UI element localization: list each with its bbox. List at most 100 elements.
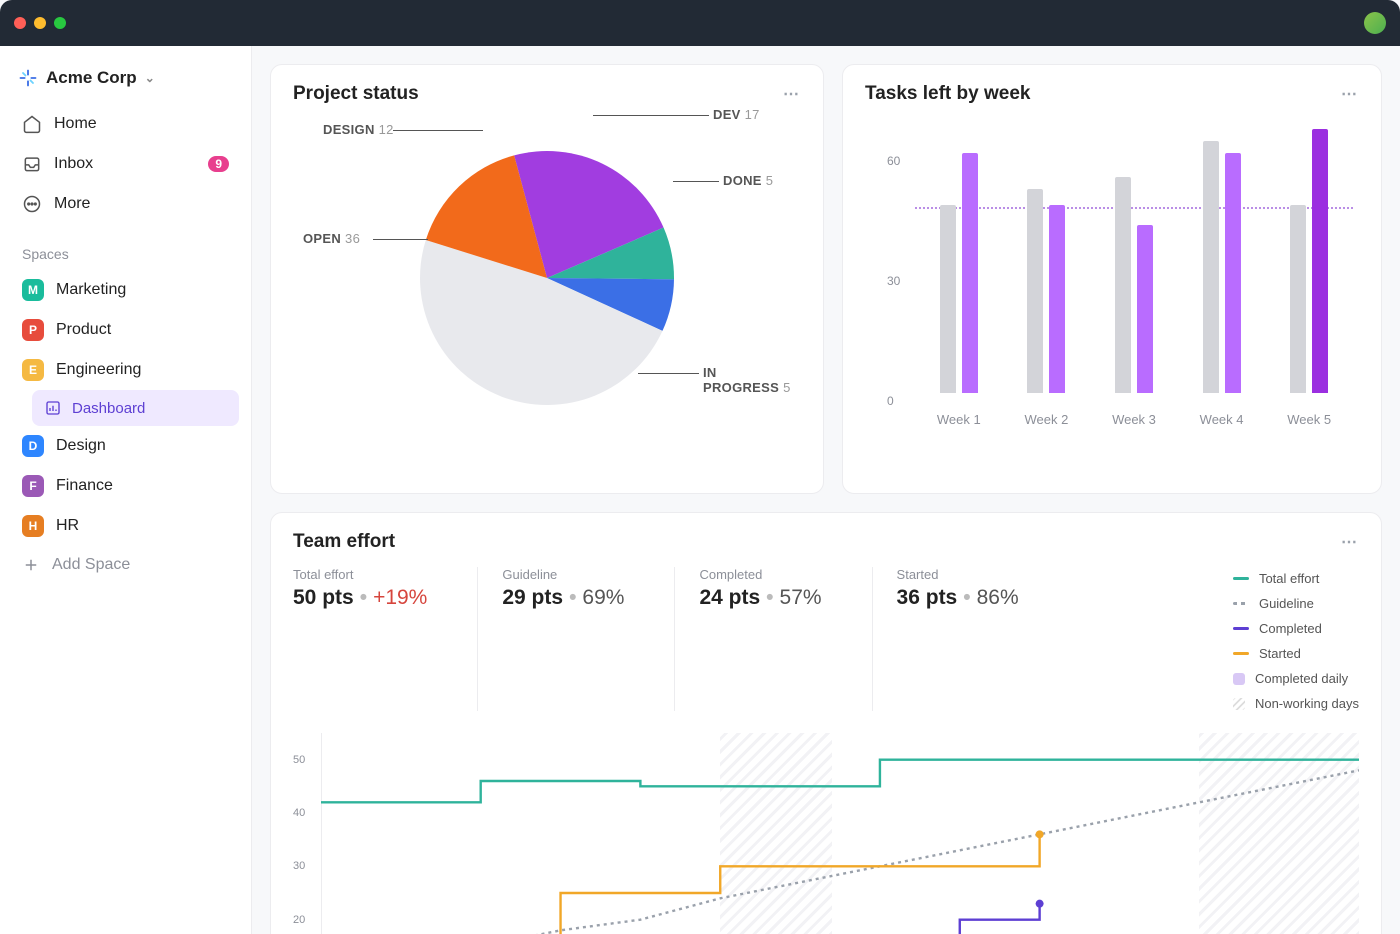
space-label: Design [56,437,106,455]
stat-guideline-value: 29 pts [502,586,563,610]
avatar[interactable] [1364,12,1386,34]
space-icon: D [22,435,44,457]
stat-started-pct: 86% [977,586,1019,610]
y-tick: 30 [293,860,305,872]
project-status-card: Project status ⋯ DEV17 DONE5 IN PROGRESS5 O… [270,64,824,494]
bar [1027,189,1043,393]
stat-started: Started 36 pts • 86% [872,567,1069,711]
space-label: Marketing [56,281,126,299]
y-tick: 50 [293,754,305,766]
x-label: Week 5 [1287,412,1331,427]
inbox-icon [22,154,42,174]
inbox-badge: 9 [208,156,229,172]
sidebar: Acme Corp ⌄ Home Inbox 9 More Spaces MMa… [0,46,252,934]
bar [1115,177,1131,393]
x-label: Week 4 [1200,412,1244,427]
pie-label-design: DESIGN12 [323,122,394,137]
team-effort-more-button[interactable]: ⋯ [1341,532,1359,552]
home-icon [22,114,42,134]
stat-total-effort: Total effort 50 pts • +19% [293,567,477,711]
y-tick: 60 [887,154,900,168]
close-window-button[interactable] [14,17,26,29]
nav-home-label: Home [54,115,97,133]
y-tick: 30 [887,274,900,288]
stat-started-label: Started [897,567,1019,582]
sidebar-space-hr[interactable]: H HR [12,506,239,546]
nav-inbox-label: Inbox [54,155,93,173]
bar [1049,205,1065,393]
stat-started-value: 36 pts [897,586,958,610]
team-effort-title: Team effort [293,531,395,553]
stat-completed-value: 24 pts [699,586,760,610]
legend-started: Started [1259,646,1301,661]
space-label: Product [56,321,111,339]
project-status-title: Project status [293,83,419,105]
sidebar-space-marketing[interactable]: MMarketing [12,270,239,310]
x-label: Week 3 [1112,412,1156,427]
bar [962,153,978,393]
space-label: HR [56,517,79,535]
team-effort-chart: 20 30 40 50 [293,733,1359,934]
main-content: Project status ⋯ DEV17 DONE5 IN PROGRESS5 O… [252,46,1400,934]
nav-inbox[interactable]: Inbox 9 [12,144,239,184]
team-effort-legend: Total effort Guideline Completed Started… [1233,567,1359,711]
workspace-switcher[interactable]: Acme Corp ⌄ [12,64,239,104]
x-label: Week 1 [937,412,981,427]
project-status-chart: DEV17DONE5IN PROGRESS5OPEN36DESIGN12 [293,113,801,443]
stat-total-effort-label: Total effort [293,567,427,582]
pie-label-done: DONE5 [723,173,773,188]
stat-total-effort-value: 50 pts [293,586,354,610]
space-label: Engineering [56,361,141,379]
stat-completed: Completed 24 pts • 57% [674,567,871,711]
add-space-button[interactable]: Add Space [12,546,239,584]
bar [940,205,956,393]
sidebar-space-design[interactable]: D Design [12,426,239,466]
pie-label-dev: DEV17 [713,107,760,122]
legend-completed-daily: Completed daily [1255,671,1348,686]
minimize-window-button[interactable] [34,17,46,29]
chevron-down-icon: ⌄ [145,71,155,85]
workspace-logo-icon [18,68,38,88]
y-tick: 40 [293,807,305,819]
space-icon: F [22,475,44,497]
sidebar-space-product[interactable]: P Product [12,310,239,350]
space-icon: H [22,515,44,537]
window-controls [14,17,66,29]
nav-home[interactable]: Home [12,104,239,144]
bar [1290,205,1306,393]
workspace-name: Acme Corp [46,68,137,88]
pie-label-open: OPEN36 [303,231,360,246]
y-tick: 20 [293,914,305,926]
bar [1225,153,1241,393]
bar [1137,225,1153,393]
tasks-left-more-button[interactable]: ⋯ [1341,84,1359,104]
stat-completed-pct: 57% [780,586,822,610]
sidebar-space-finance[interactable]: F Finance [12,466,239,506]
more-icon [22,194,42,214]
stat-completed-label: Completed [699,567,821,582]
legend-completed: Completed [1259,621,1322,636]
legend-nonworking: Non-working days [1255,696,1359,711]
stat-guideline: Guideline 29 pts • 69% [477,567,674,711]
sidebar-dashboard-item[interactable]: Dashboard [32,390,239,426]
legend-guideline: Guideline [1259,596,1314,611]
sidebar-space-engineering[interactable]: E Engineering [12,350,239,390]
add-space-label: Add Space [52,556,130,574]
legend-total: Total effort [1259,571,1319,586]
plus-icon [22,556,40,574]
window-titlebar [0,0,1400,46]
dashboard-label: Dashboard [72,400,145,417]
tasks-left-title: Tasks left by week [865,83,1030,105]
bar [1312,129,1328,393]
space-icon: P [22,319,44,341]
spaces-section-label: Spaces [12,224,239,270]
pie-label-in-progress: IN PROGRESS5 [703,365,801,395]
project-status-more-button[interactable]: ⋯ [783,84,801,104]
team-effort-card: Team effort ⋯ Total effort 50 pts • +19%… [270,512,1382,934]
dashboard-icon [44,399,62,417]
tasks-left-chart: 03060Week 1Week 2Week 3Week 4Week 5 [865,113,1359,443]
nav-more[interactable]: More [12,184,239,224]
maximize-window-button[interactable] [54,17,66,29]
space-label: Finance [56,477,113,495]
space-icon: E [22,359,44,381]
